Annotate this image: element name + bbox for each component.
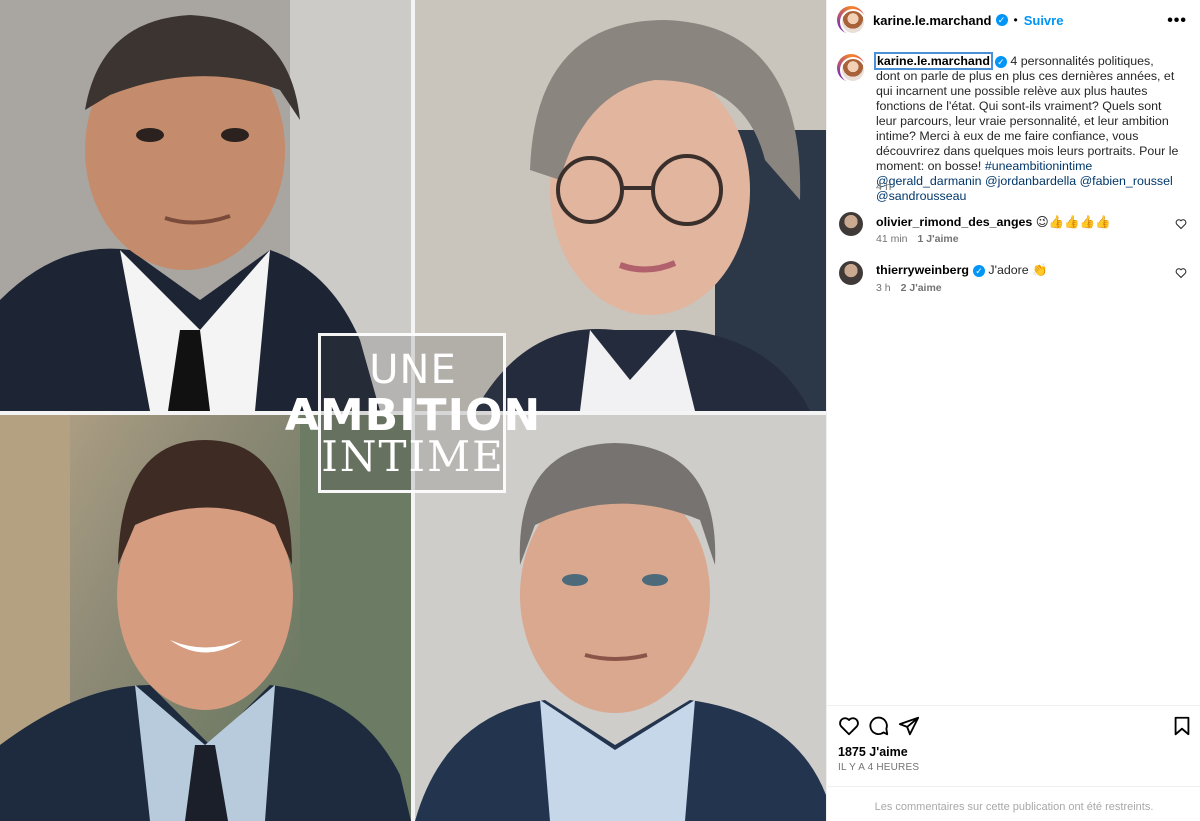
comment-text: thierryweinberg ✓ J'adore 👏 — [876, 263, 1048, 278]
comment-body: 😉👍👍👍👍 — [1032, 215, 1111, 229]
heart-icon[interactable] — [838, 715, 860, 737]
heart-icon[interactable] — [1175, 267, 1187, 279]
hashtag-link[interactable]: #uneambitionintime — [985, 159, 1092, 173]
title-line-1: UNE — [369, 347, 457, 393]
share-icon[interactable] — [898, 715, 920, 737]
comment-avatar[interactable] — [839, 261, 863, 285]
comment-avatar[interactable] — [839, 212, 863, 236]
bookmark-icon[interactable] — [1171, 715, 1193, 737]
comment-likes[interactable]: 2 J'aime — [901, 282, 942, 294]
post-media[interactable]: UNE AMBITION INTIME — [0, 0, 826, 821]
header-username[interactable]: karine.le.marchand — [873, 13, 992, 28]
comment-meta: 41 min 1 J'aime — [876, 233, 969, 245]
comments-restricted-notice: Les commentaires sur cette publication o… — [827, 786, 1200, 821]
comment-username[interactable]: olivier_rimond_des_anges — [876, 215, 1032, 229]
verified-icon: ✓ — [994, 55, 1007, 68]
comment-item: olivier_rimond_des_anges 😉👍👍👍👍 41 min 1 J… — [837, 212, 1187, 252]
comment-item: thierryweinberg ✓ J'adore 👏 3 h 2 J'aime — [837, 261, 1187, 301]
separator-dot: • — [1013, 13, 1018, 27]
post-timestamp[interactable]: IL Y A 4 HEURES — [838, 762, 919, 773]
comment-likes[interactable]: 1 J'aime — [918, 233, 959, 245]
likes-count[interactable]: 1875 J'aime — [838, 745, 908, 759]
caption-username[interactable]: karine.le.marchand — [874, 52, 993, 70]
post-header: karine.le.marchand ✓ • Suivre ••• — [827, 0, 1200, 40]
caption-text: karine.le.marchand ✓ 4 personnalités poli… — [874, 52, 1181, 204]
verified-icon: ✓ — [995, 14, 1008, 26]
caption-body: 4 personnalités politiques, dont on parl… — [876, 54, 1179, 173]
mention-link[interactable]: @gerald_darmanin — [876, 174, 982, 188]
title-line-3: INTIME — [321, 432, 505, 481]
caption-time[interactable]: 4 h — [876, 181, 891, 193]
comment-username[interactable]: thierryweinberg — [876, 263, 969, 277]
caption-avatar[interactable] — [837, 54, 866, 83]
post-side-panel: karine.le.marchand ✓ • Suivre ••• karine… — [826, 0, 1200, 821]
comment-body: J'adore 👏 — [984, 263, 1048, 277]
mention-link[interactable]: @jordanbardella — [985, 174, 1076, 188]
comment-time[interactable]: 3 h — [876, 282, 891, 294]
follow-button[interactable]: Suivre — [1024, 13, 1064, 28]
comment-time[interactable]: 41 min — [876, 233, 908, 245]
comment-text: olivier_rimond_des_anges 😉👍👍👍👍 — [876, 214, 1110, 230]
avatar[interactable] — [837, 6, 866, 35]
mention-link[interactable]: @fabien_roussel — [1080, 174, 1173, 188]
heart-icon[interactable] — [1175, 218, 1187, 230]
more-icon[interactable]: ••• — [1167, 12, 1187, 30]
comment-icon[interactable] — [868, 715, 890, 737]
verified-icon: ✓ — [972, 264, 985, 277]
action-bar — [827, 705, 1200, 745]
comment-meta: 3 h 2 J'aime — [876, 282, 952, 294]
